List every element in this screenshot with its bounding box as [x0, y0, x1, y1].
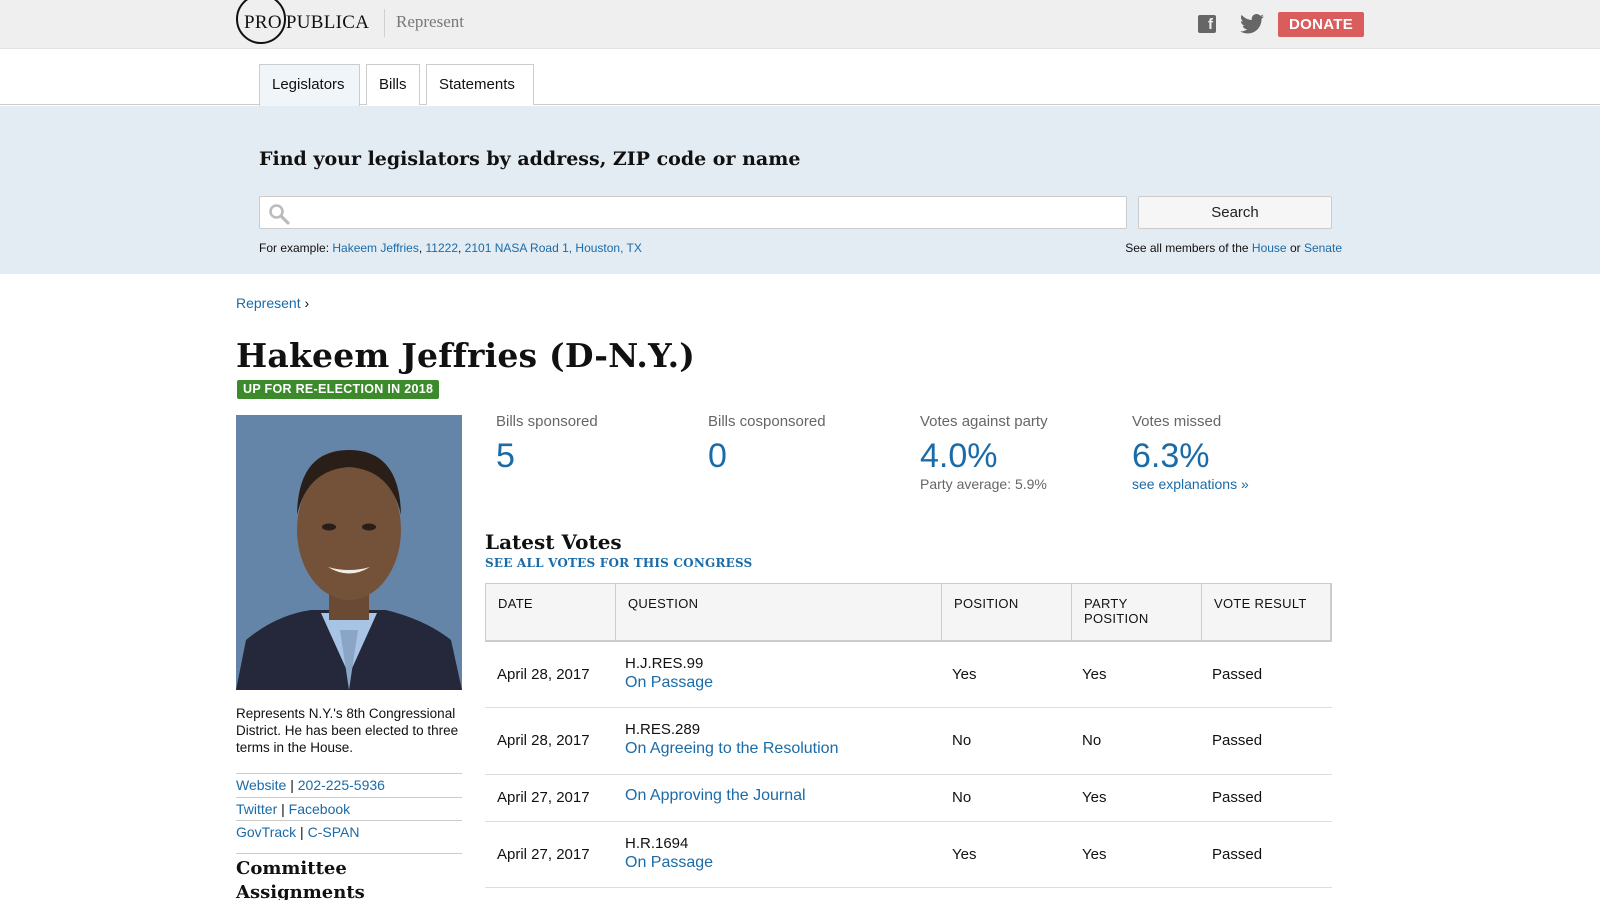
vote-position: Yes — [952, 846, 977, 863]
table-row: April 28, 2017 H.J.RES.99 On Passage Yes… — [485, 642, 1332, 708]
search-heading: Find your legislators by address, ZIP co… — [259, 148, 801, 170]
facebook-icon[interactable]: f — [1198, 15, 1216, 33]
vote-party-position: No — [1082, 732, 1102, 749]
stat-votes-against-party: Votes against party 4.0% Party average: … — [920, 413, 1048, 492]
tab-legislators[interactable]: Legislators — [259, 64, 360, 106]
link-separator: | — [300, 824, 304, 840]
phone-link[interactable]: 202-225-5936 — [298, 777, 385, 793]
top-bar: PRO PUBLICA Represent f DONATE — [0, 0, 1600, 49]
example-link-name[interactable]: Hakeem Jeffries — [332, 241, 418, 255]
table-row: April 27, 2017 H.R.1694 On Passage Yes Y… — [485, 822, 1332, 888]
twitter-link[interactable]: Twitter — [236, 801, 277, 817]
vote-result: Passed — [1212, 666, 1263, 683]
govtrack-link[interactable]: GovTrack — [236, 824, 296, 840]
logo-pro: PRO — [244, 12, 282, 33]
search-panel: Find your legislators by address, ZIP co… — [0, 106, 1600, 274]
stat-votes-missed: Votes missed 6.3% see explanations » — [1132, 413, 1249, 492]
search-button[interactable]: Search — [1138, 196, 1332, 229]
vote-bill: H.RES.289 — [625, 721, 701, 738]
examples-prefix: For example: — [259, 241, 333, 255]
link-separator: | — [281, 801, 285, 817]
stat-bills-cosponsored: Bills cosponsored 0 — [708, 413, 826, 474]
vote-position: No — [952, 789, 972, 806]
vote-position: No — [952, 732, 972, 749]
tab-statements[interactable]: Statements — [426, 64, 534, 105]
logo-publica: PUBLICA — [285, 12, 370, 33]
facebook-link[interactable]: Facebook — [289, 801, 350, 817]
vote-question-link[interactable]: On Passage — [625, 854, 713, 871]
vote-date: April 27, 2017 — [497, 846, 590, 863]
column-header-position: POSITION — [942, 584, 1072, 641]
latest-votes-heading: Latest Votes — [485, 530, 622, 554]
vote-bill: H.J.RES.99 — [625, 655, 704, 672]
vote-party-position: Yes — [1082, 666, 1107, 683]
see-all-votes-link[interactable]: SEE ALL VOTES FOR THIS CONGRESS — [485, 556, 752, 570]
committee-assignments-heading: Committee Assignments — [236, 853, 462, 900]
status-badge: UP FOR RE-ELECTION IN 2018 — [237, 380, 440, 399]
app-title[interactable]: Represent — [396, 12, 464, 32]
party-average: Party average: 5.9% — [920, 476, 1047, 492]
twitter-icon[interactable] — [1240, 13, 1264, 35]
links-row-contact: Website | 202-225-5936 — [236, 773, 462, 793]
vote-question-link[interactable]: On Passage — [625, 674, 713, 691]
see-explanations-link[interactable]: see explanations » — [1132, 476, 1249, 492]
search-input[interactable] — [296, 197, 1116, 228]
tab-bills[interactable]: Bills — [366, 64, 420, 105]
page-title: Hakeem Jeffries (D-N.Y.) — [236, 336, 696, 375]
see-all-or: or — [1286, 241, 1304, 255]
stat-bills-sponsored: Bills sponsored 5 — [496, 413, 598, 474]
stat-value: 6.3% — [1132, 437, 1210, 475]
search-examples: For example: Hakeem Jeffries, 11222, 210… — [259, 241, 642, 255]
column-header-party-position: PARTY POSITION — [1072, 584, 1202, 641]
table-header: DATE QUESTION POSITION PARTY POSITION VO… — [485, 583, 1332, 642]
stat-label: Votes against party — [920, 413, 1048, 430]
link-separator: | — [290, 777, 294, 793]
search-icon — [269, 204, 290, 225]
stat-value: 4.0% — [920, 437, 998, 475]
column-header-question: QUESTION — [616, 584, 942, 641]
tab-bar: Legislators Bills Statements — [0, 49, 1600, 106]
vote-result: Passed — [1212, 846, 1263, 863]
see-all-prefix: See all members of the — [1125, 241, 1252, 255]
vote-result: Passed — [1212, 732, 1263, 749]
website-link[interactable]: Website — [236, 777, 286, 793]
vote-bill: H.R.1694 — [625, 835, 689, 852]
vote-result: Passed — [1212, 789, 1263, 806]
search-field[interactable] — [259, 196, 1127, 229]
breadcrumb-represent-link[interactable]: Represent — [236, 295, 301, 311]
donate-button[interactable]: DONATE — [1278, 12, 1364, 37]
see-all-members: See all members of the House or Senate — [1125, 241, 1342, 255]
example-link-address[interactable]: 2101 NASA Road 1, Houston, TX — [465, 241, 642, 255]
vote-date: April 27, 2017 — [497, 789, 590, 806]
house-link[interactable]: House — [1252, 241, 1287, 255]
example-link-zip[interactable]: 11222 — [426, 241, 458, 255]
stat-label: Votes missed — [1132, 413, 1222, 430]
vote-party-position: Yes — [1082, 846, 1107, 863]
links-row-social: Twitter | Facebook — [236, 797, 462, 817]
senate-link[interactable]: Senate — [1304, 241, 1342, 255]
stat-value[interactable]: 0 — [708, 438, 826, 474]
vote-question-link[interactable]: On Approving the Journal — [625, 787, 806, 804]
votes-table: DATE QUESTION POSITION PARTY POSITION VO… — [485, 583, 1332, 888]
vote-date: April 28, 2017 — [497, 732, 590, 749]
column-header-vote-result: VOTE RESULT — [1202, 584, 1331, 641]
cspan-link[interactable]: C-SPAN — [308, 824, 360, 840]
breadcrumb: Represent › — [236, 295, 309, 311]
breadcrumb-separator: › — [304, 295, 310, 311]
vote-position: Yes — [952, 666, 977, 683]
header-divider — [384, 9, 385, 37]
legislator-bio: Represents N.Y.'s 8th Congressional Dist… — [236, 706, 459, 755]
logo-wordmark: PRO PUBLICA — [244, 12, 369, 34]
stat-value[interactable]: 5 — [496, 438, 598, 474]
table-row: April 28, 2017 H.RES.289 On Agreeing to … — [485, 708, 1332, 775]
stat-label: Bills sponsored — [496, 413, 598, 430]
links-row-external: GovTrack | C-SPAN — [236, 820, 462, 840]
column-header-date: DATE — [486, 584, 616, 641]
stat-label: Bills cosponsored — [708, 413, 826, 430]
table-row: April 27, 2017 On Approving the Journal … — [485, 775, 1332, 822]
vote-question-link[interactable]: On Agreeing to the Resolution — [625, 740, 838, 757]
vote-date: April 28, 2017 — [497, 666, 590, 683]
vote-party-position: Yes — [1082, 789, 1107, 806]
legislator-photo — [236, 415, 462, 690]
